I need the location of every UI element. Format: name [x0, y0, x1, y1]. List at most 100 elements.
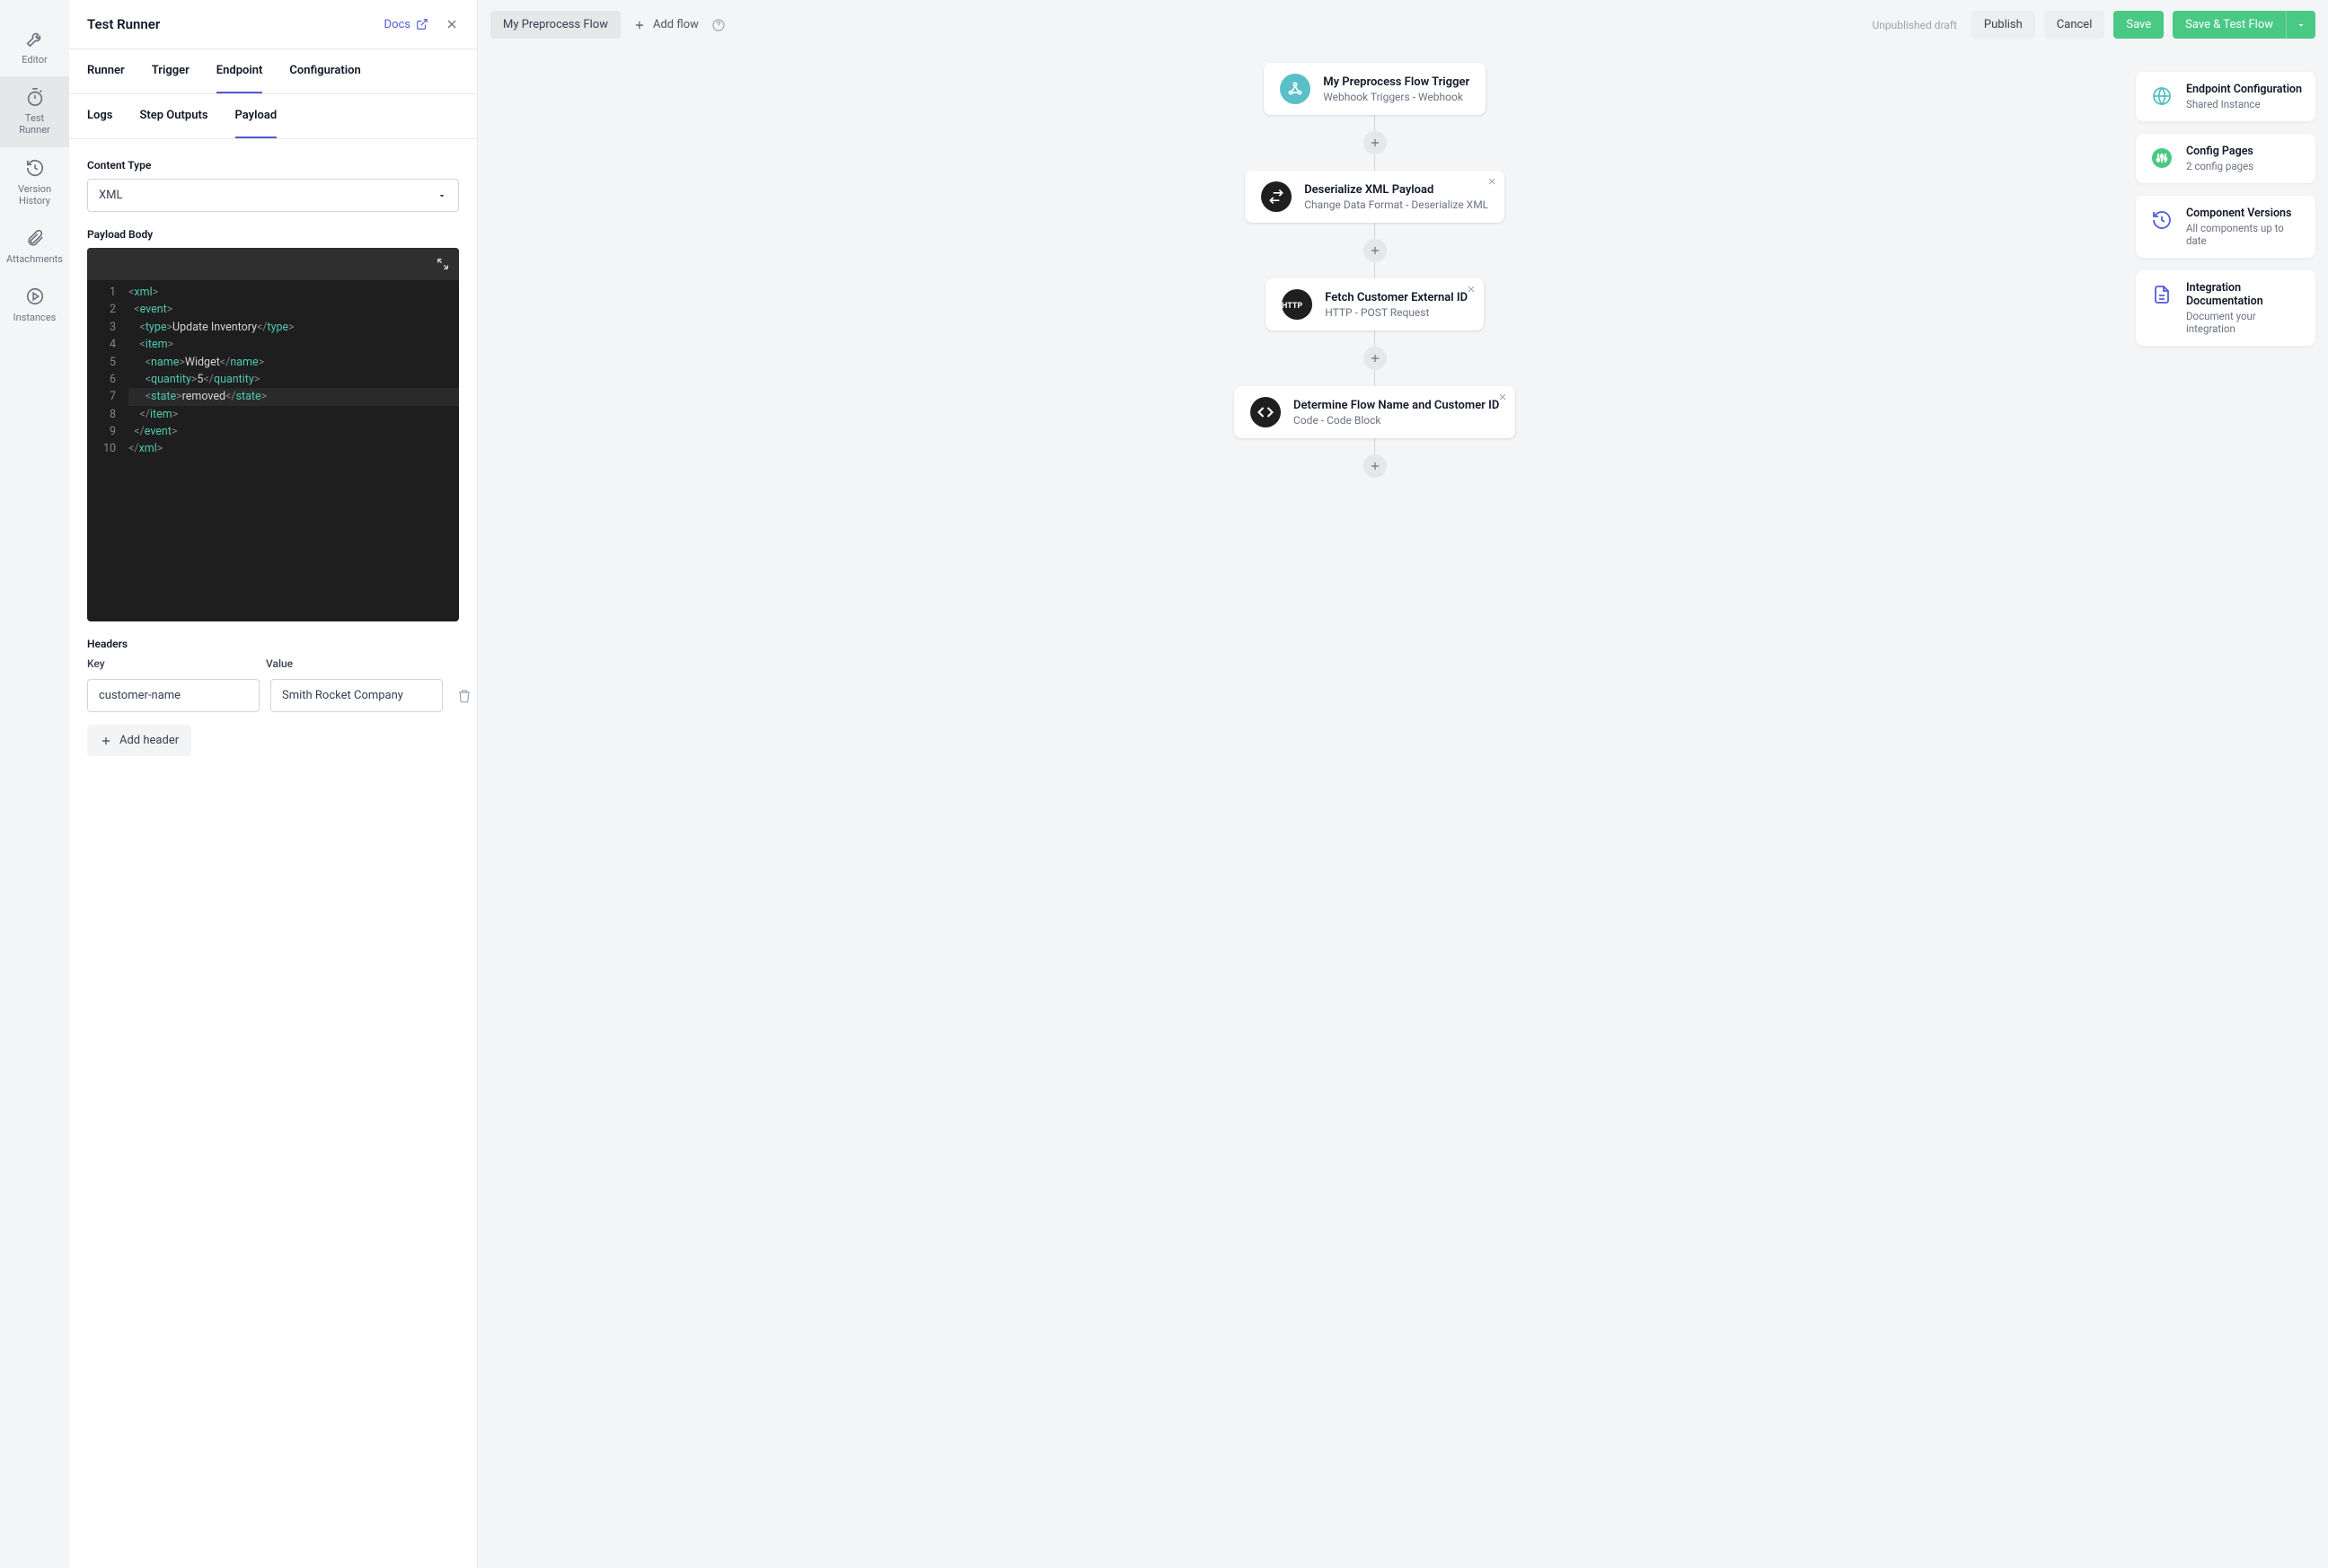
node-subtitle: Webhook Triggers - Webhook — [1323, 91, 1469, 103]
nav-label: Editor — [22, 54, 48, 66]
payload-code-editor[interactable]: 12345678910 <xml> <event> <type>Update I… — [87, 248, 459, 621]
history-icon — [25, 158, 45, 178]
nav-label: Attachments — [6, 253, 63, 265]
plus-icon — [1369, 244, 1381, 257]
add-step-button[interactable] — [1363, 131, 1387, 154]
flow-area: My Preprocess Flow Trigger Webhook Trigge… — [1234, 63, 1515, 478]
node-subtitle: Change Data Format - Deserialize XML — [1304, 198, 1488, 211]
save-button[interactable]: Save — [2113, 11, 2164, 39]
tab-configuration[interactable]: Configuration — [289, 49, 360, 93]
nav-instances[interactable]: Instances — [0, 276, 69, 334]
header-row — [87, 679, 459, 712]
remove-step-button[interactable] — [1486, 176, 1497, 187]
subtab-payload[interactable]: Payload — [235, 94, 278, 138]
info-card[interactable]: Endpoint ConfigurationShared Instance — [2136, 72, 2315, 121]
plus-icon — [633, 19, 646, 31]
info-card[interactable]: Integration DocumentationDocument your i… — [2136, 270, 2315, 346]
nav-editor[interactable]: Editor — [0, 18, 69, 76]
flow-node[interactable]: HTTPFetch Customer External IDHTTP - POS… — [1265, 278, 1484, 330]
node-subtitle: Code - Code Block — [1293, 414, 1499, 427]
flow-node[interactable]: Deserialize XML PayloadChange Data Forma… — [1245, 171, 1504, 223]
draft-status: Unpublished draft — [1872, 19, 1956, 31]
payload-body-label: Payload Body — [87, 228, 459, 241]
info-card-title: Component Versions — [2186, 207, 2303, 220]
subtab-logs[interactable]: Logs — [87, 94, 112, 138]
value-column-label: Value — [266, 657, 434, 670]
code-toolbar — [87, 248, 459, 280]
subtab-step-outputs[interactable]: Step Outputs — [139, 94, 207, 138]
header-key-input[interactable] — [87, 679, 260, 712]
info-card-subtitle: All components up to date — [2186, 222, 2303, 247]
docs-label: Docs — [384, 18, 410, 31]
save-test-flow-button[interactable]: Save & Test Flow — [2173, 11, 2315, 39]
add-header-button[interactable]: Add header — [87, 725, 191, 756]
sub-tabs: Logs Step Outputs Payload — [69, 94, 477, 139]
flow-node[interactable]: Determine Flow Name and Customer ID Code … — [1234, 386, 1515, 438]
swap-icon — [1261, 181, 1292, 212]
add-flow-label: Add flow — [653, 18, 699, 31]
play-circle-icon — [25, 286, 45, 306]
test-runner-panel: Test Runner Docs Runner Trigger Endpoint Co… — [69, 0, 478, 1568]
key-column-label: Key — [87, 657, 255, 670]
add-step-button[interactable] — [1363, 347, 1387, 370]
trash-icon — [457, 689, 472, 703]
plus-icon — [1369, 460, 1381, 472]
canvas-top-bar: My Preprocess Flow Add flow Unpublished … — [478, 0, 2328, 49]
docs-link[interactable]: Docs — [384, 18, 428, 31]
close-icon — [1486, 176, 1497, 187]
globe-icon — [2148, 83, 2175, 110]
nav-version-history[interactable]: Version History — [0, 147, 69, 217]
code-icon — [1250, 397, 1281, 427]
code-area[interactable]: 12345678910 <xml> <event> <type>Update I… — [87, 280, 459, 621]
tab-endpoint[interactable]: Endpoint — [216, 49, 263, 93]
doc-icon — [2148, 281, 2175, 308]
sliders-icon — [2148, 145, 2175, 172]
delete-header-button[interactable] — [454, 685, 475, 707]
save-test-dropdown[interactable] — [2286, 11, 2315, 39]
info-card[interactable]: Component Versions All components up to d… — [2136, 196, 2315, 258]
header-value-input[interactable] — [270, 679, 443, 712]
cancel-button[interactable]: Cancel — [2044, 11, 2105, 39]
flow-canvas[interactable]: My Preprocess Flow Add flow Unpublished … — [478, 0, 2328, 1568]
info-card-title: Integration Documentation — [2186, 281, 2303, 308]
tab-trigger[interactable]: Trigger — [152, 49, 190, 93]
node-title: Deserialize XML Payload — [1304, 183, 1488, 197]
external-link-icon — [416, 18, 428, 31]
info-card[interactable]: Config Pages 2 config pages — [2136, 134, 2315, 183]
paperclip-icon — [25, 228, 45, 248]
help-button[interactable] — [711, 18, 726, 32]
info-cards: Endpoint ConfigurationShared Instance Con… — [2136, 72, 2315, 346]
flow-name-chip[interactable]: My Preprocess Flow — [490, 11, 621, 39]
nav-attachments[interactable]: Attachments — [0, 217, 69, 276]
add-flow-button[interactable]: Add flow — [633, 18, 699, 31]
remove-step-button[interactable] — [1497, 392, 1508, 402]
node-title: Determine Flow Name and Customer ID — [1293, 399, 1499, 412]
stopwatch-icon — [25, 87, 45, 107]
info-card-subtitle: 2 config pages — [2186, 160, 2253, 172]
history-icon — [2148, 207, 2175, 233]
close-icon — [1466, 284, 1477, 295]
content-type-select[interactable]: XML — [87, 179, 459, 212]
node-subtitle: HTTP - POST Request — [1325, 306, 1468, 319]
node-title: My Preprocess Flow Trigger — [1323, 75, 1469, 89]
content-type-label: Content Type — [87, 159, 459, 172]
expand-editor-button[interactable] — [436, 257, 450, 271]
chevron-down-icon — [2296, 20, 2306, 31]
tab-runner[interactable]: Runner — [87, 49, 125, 93]
expand-icon — [436, 257, 450, 271]
add-step-button[interactable] — [1363, 454, 1387, 478]
add-header-label: Add header — [119, 734, 179, 747]
remove-step-button[interactable] — [1466, 284, 1477, 295]
info-card-title: Config Pages — [2186, 145, 2253, 158]
webhook-icon — [1280, 74, 1310, 104]
code-lines: <xml> <event> <type>Update Inventory</ty… — [128, 284, 459, 618]
flow-node[interactable]: My Preprocess Flow Trigger Webhook Trigge… — [1264, 63, 1486, 115]
publish-button[interactable]: Publish — [1971, 11, 2035, 39]
wrench-icon — [25, 29, 45, 48]
close-panel-button[interactable] — [445, 17, 459, 31]
add-step-button[interactable] — [1363, 239, 1387, 262]
nav-test-runner[interactable]: Test Runner — [0, 76, 69, 146]
plus-icon — [1369, 352, 1381, 365]
panel-header: Test Runner Docs — [69, 0, 477, 49]
http-icon: HTTP — [1282, 289, 1312, 320]
